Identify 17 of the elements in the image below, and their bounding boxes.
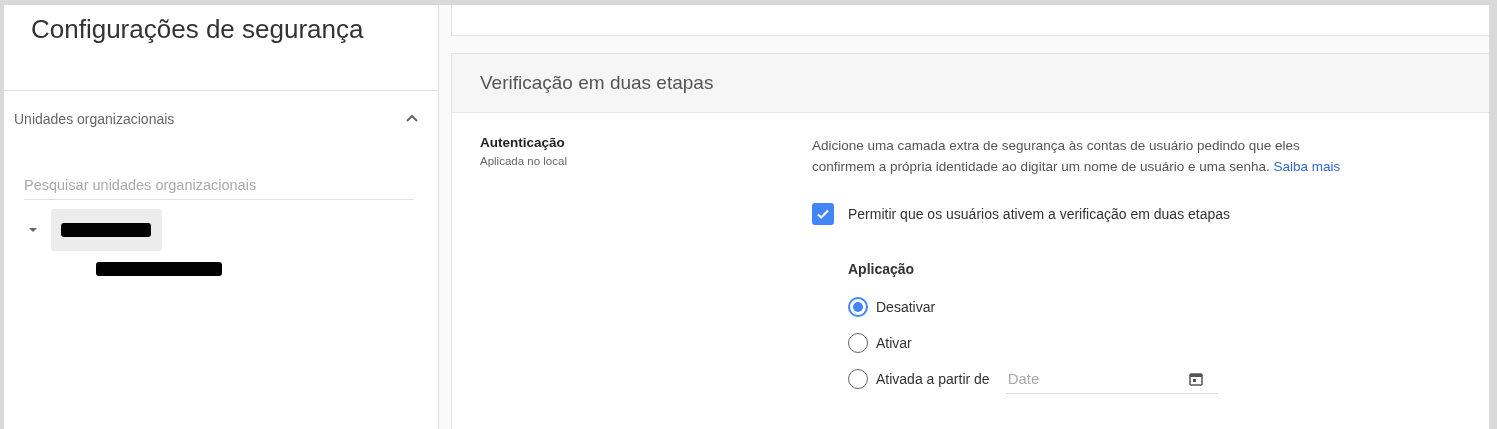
calendar-icon[interactable] — [1187, 371, 1204, 387]
checkbox[interactable] — [812, 203, 834, 225]
radio-label: Desativar — [876, 299, 936, 315]
checkbox-label: Permitir que os usuários ativem a verificação em duas etapas — [848, 206, 1231, 222]
description-text: Adicione uma camada extra de segurança às contas de usuário pedindo que eles confirmem a própria identidade ao digitar um nome de usuário e uma senha. Saiba mais — [812, 137, 1342, 176]
radio-label: Ativar — [876, 335, 912, 351]
tree-item[interactable] — [51, 209, 162, 251]
setting-sublabel: Aplicada no local — [480, 155, 568, 167]
radio-label: Ativada a partir de — [876, 371, 990, 387]
radio-button[interactable] — [848, 297, 868, 317]
section-label: Unidades organizacionais — [14, 111, 175, 127]
group-label: Aplicação — [848, 261, 916, 277]
setting-label: Autenticação — [480, 135, 566, 150]
search-field[interactable]: Pesquisar unidades organizacionais — [24, 177, 414, 200]
page-title: Configurações de segurança — [31, 14, 365, 45]
card-title: Verificação em duas etapas — [480, 72, 714, 94]
learn-more-link[interactable]: Saiba mais — [1273, 159, 1341, 174]
